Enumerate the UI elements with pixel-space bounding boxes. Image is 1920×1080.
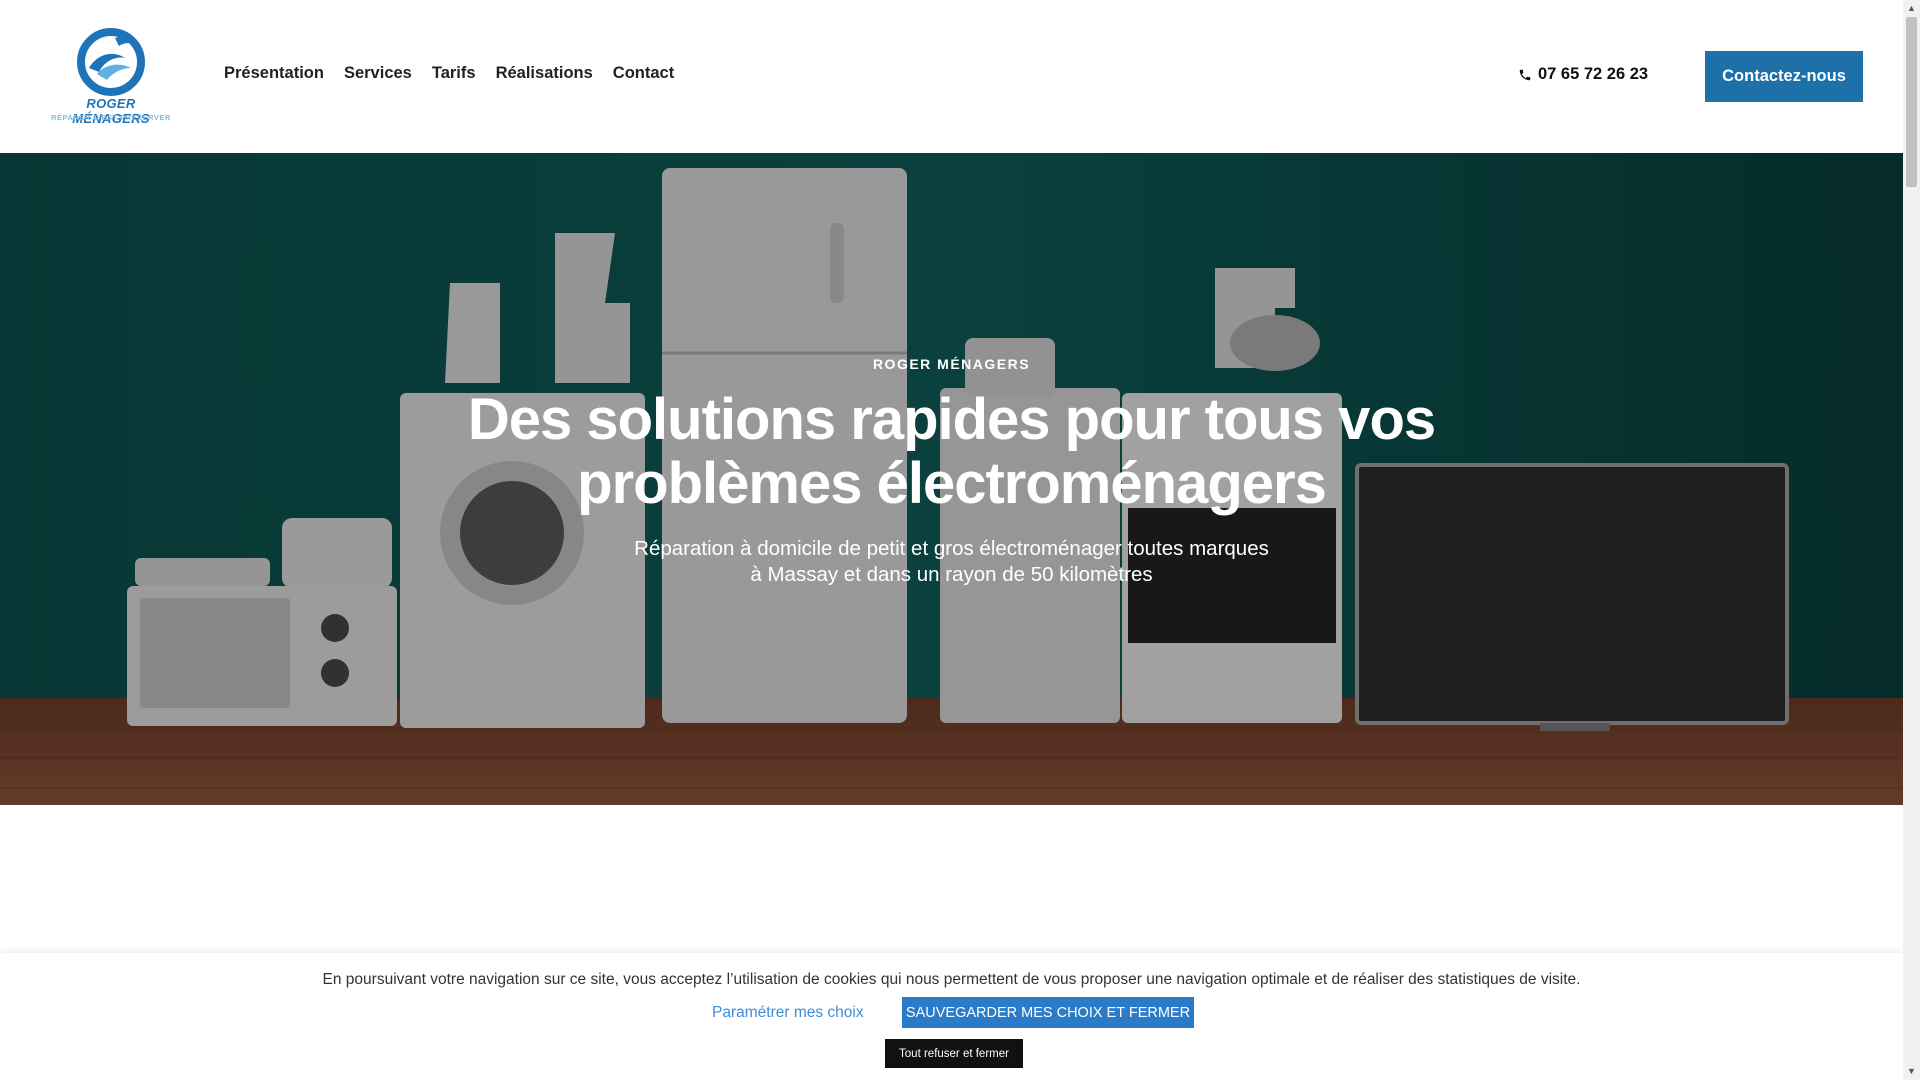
hero-title: Des solutions rapides pour tous vos prob… <box>467 387 1436 516</box>
cookie-text: En poursuivant votre navigation sur ce s… <box>322 971 1581 988</box>
logo-tagline: RÉPARER C'EST PRÉSERVER <box>51 113 171 122</box>
cookie-save-button[interactable]: SAUVEGARDER MES CHOIX ET FERMER <box>902 997 1194 1028</box>
cookie-refuse-button[interactable]: Tout refuser et fermer <box>885 1039 1023 1068</box>
hero-section: ROGER MÉNAGERS Des solutions rapides pou… <box>0 153 1903 805</box>
page: ROGER MÉNAGERS RÉPARER C'EST PRÉSERVER P… <box>0 0 1920 1080</box>
hero-subtitle-line-1: Réparation à domicile de petit et gros é… <box>634 537 1269 560</box>
main-nav: Présentation Services Tarifs Réalisation… <box>224 64 674 83</box>
cookie-banner: En poursuivant votre navigation sur ce s… <box>0 953 1903 1080</box>
page-scrollbar[interactable]: ▲ ▼ <box>1903 0 1920 1080</box>
phone-number: 07 65 72 26 23 <box>1538 65 1649 83</box>
site-header: ROGER MÉNAGERS RÉPARER C'EST PRÉSERVER P… <box>0 0 1903 153</box>
nav-item-realisations[interactable]: Réalisations <box>496 64 593 83</box>
scroll-thumb[interactable] <box>1906 17 1917 187</box>
cookie-settings-link[interactable]: Paramétrer mes choix <box>712 1004 864 1022</box>
phone-icon <box>1519 69 1531 80</box>
hero-subtitle: Réparation à domicile de petit et gros é… <box>560 536 1343 588</box>
hero-kicker: ROGER MÉNAGERS <box>872 356 1031 372</box>
nav-item-contact[interactable]: Contact <box>613 64 674 83</box>
scroll-down-arrow-icon[interactable]: ▼ <box>1903 1063 1920 1080</box>
nav-item-presentation[interactable]: Présentation <box>224 64 324 83</box>
contact-button[interactable]: Contactez-nous <box>1705 51 1863 102</box>
site-logo[interactable]: ROGER MÉNAGERS RÉPARER C'EST PRÉSERVER <box>51 24 171 130</box>
scroll-up-arrow-icon[interactable]: ▲ <box>1903 0 1920 17</box>
hero-subtitle-line-2: à Massay et dans un rayon de 50 kilomètr… <box>750 563 1153 586</box>
nav-item-services[interactable]: Services <box>344 64 412 83</box>
phone-link[interactable]: 07 65 72 26 23 <box>1518 65 1648 84</box>
nav-item-tarifs[interactable]: Tarifs <box>432 64 476 83</box>
wave-logo-icon <box>77 28 145 96</box>
